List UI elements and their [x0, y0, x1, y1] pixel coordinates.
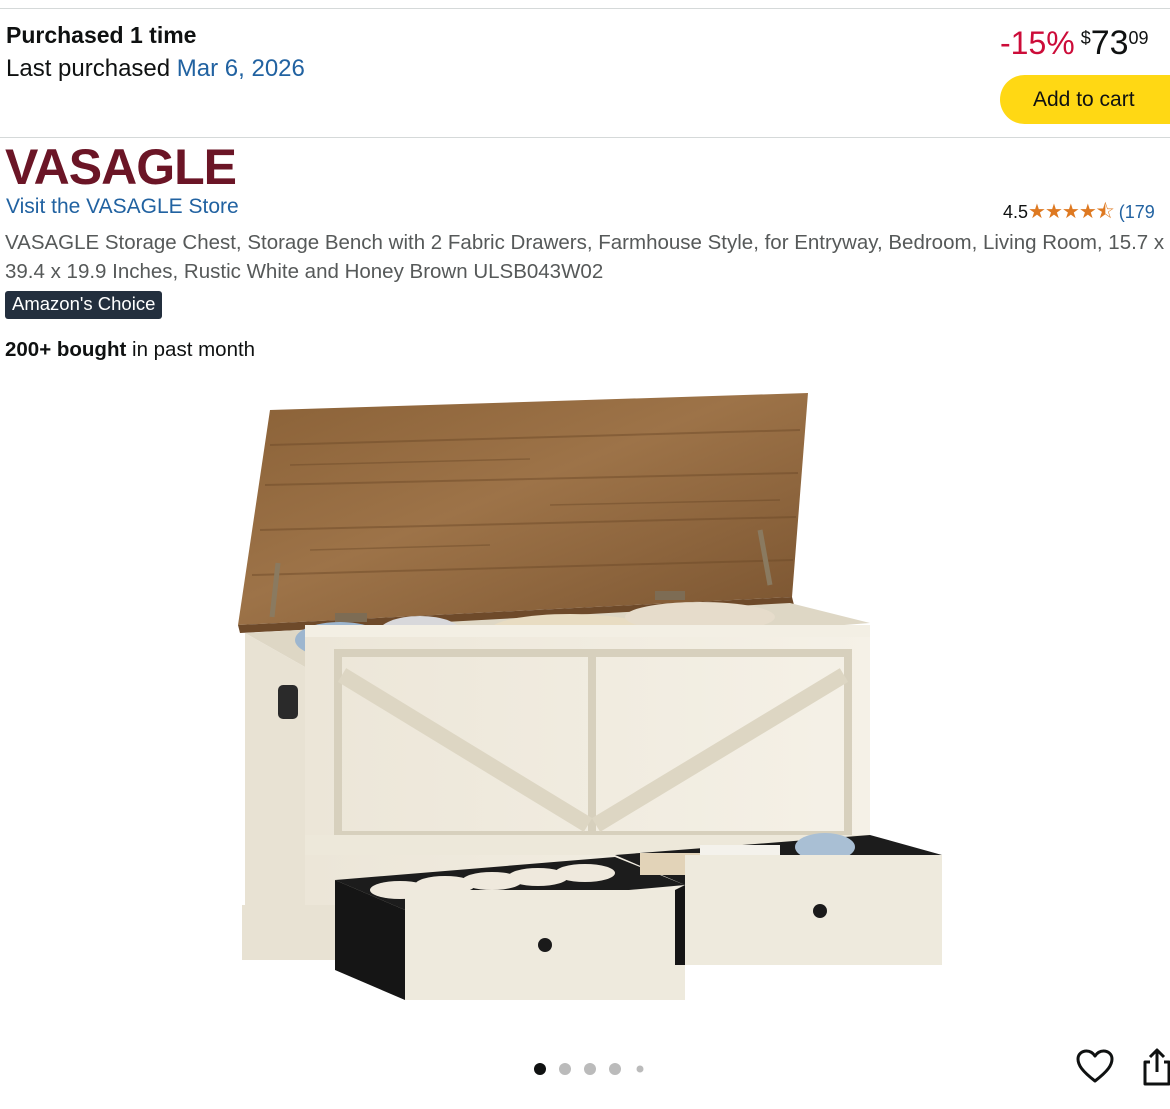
last-purchased-line: Last purchased Mar 6, 2026: [6, 55, 305, 83]
price-whole: 73: [1090, 24, 1129, 62]
carousel-dots[interactable]: [530, 1059, 655, 1079]
bench-lid: [238, 393, 808, 633]
carousel-dot-2[interactable]: [559, 1063, 571, 1075]
bought-count: 200+ bought: [5, 338, 127, 361]
rating-value: 4.5: [1003, 202, 1029, 222]
price-fraction: 09: [1128, 28, 1149, 48]
top-divider: [0, 8, 1170, 9]
visit-store-link[interactable]: Visit the VASAGLE Store: [6, 195, 239, 219]
price-currency: $: [1080, 28, 1091, 48]
share-icon[interactable]: [1137, 1046, 1170, 1088]
product-image[interactable]: [230, 385, 960, 1010]
carousel-dot-5[interactable]: [636, 1065, 644, 1073]
rating-summary[interactable]: 4.5★★★★⯪ (179: [1003, 197, 1155, 231]
amazons-choice-badge: Amazon's Choice: [5, 291, 163, 319]
purchase-count: Purchased 1 time: [6, 22, 197, 48]
rating-stars-icon: ★★★★⯪: [1028, 201, 1115, 223]
add-to-cart-button[interactable]: Add to cart: [1000, 75, 1170, 124]
left-drawer: [335, 857, 685, 1000]
price-line: -15% $7309: [1000, 24, 1149, 63]
last-purchased-label: Last purchased: [6, 55, 177, 82]
heart-icon[interactable]: [1076, 1048, 1114, 1086]
carousel-dot-1[interactable]: [534, 1063, 546, 1075]
product-title: VASAGLE Storage Chest, Storage Bench wit…: [5, 231, 1165, 283]
carousel-dot-4[interactable]: [609, 1063, 621, 1075]
bought-in-past-month: 200+ bought in past month: [5, 338, 255, 362]
last-purchased-date[interactable]: Mar 6, 2026: [177, 55, 305, 82]
price: $7309: [1081, 24, 1149, 63]
bought-period: in past month: [126, 338, 256, 361]
discount-percent: -15%: [1000, 25, 1075, 61]
carousel-dot-3[interactable]: [584, 1063, 596, 1075]
brand-logo[interactable]: VASAGLE: [5, 138, 237, 196]
rating-count[interactable]: (179: [1119, 202, 1155, 222]
